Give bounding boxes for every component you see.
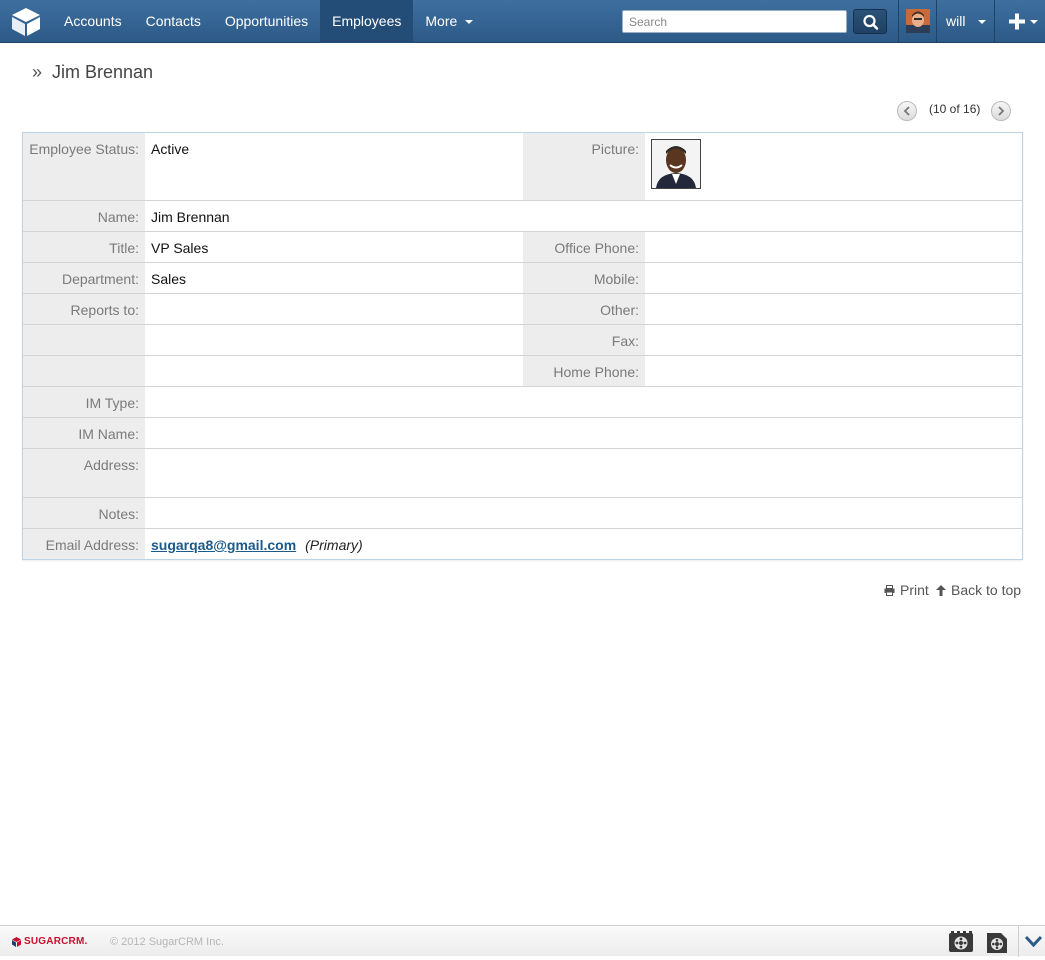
notes-value [145,498,1022,528]
email-link[interactable]: sugarqa8@gmail.com [151,537,296,553]
film-reel-icon [949,931,973,952]
field-label: Picture: [523,133,645,200]
detail-row: Title: VP Sales Office Phone: [23,232,1022,263]
nav-divider [994,0,995,43]
top-navigation-bar: Accounts Contacts Opportunities Employee… [0,0,1045,43]
sugarcrm-logo: SUGARCRM. [12,936,87,947]
field-label: Department: [23,263,145,293]
tab-accounts[interactable]: Accounts [52,0,134,43]
copyright-text: © 2012 SugarCRM Inc. [110,936,224,948]
employee-portrait-image [652,140,700,188]
footer-divider [1018,926,1019,957]
chevron-down-icon [1024,935,1043,948]
tab-opportunities[interactable]: Opportunities [213,0,320,43]
address-value [145,449,1022,497]
next-record-button[interactable] [991,101,1011,121]
field-label: Office Phone: [523,232,645,262]
detail-row: Fax: [23,325,1022,356]
department-value: Sales [151,271,187,287]
page-title: Jim Brennan [52,62,154,82]
detail-row: Department: Sales Mobile: [23,263,1022,294]
search-icon [863,14,879,30]
reports-to-value [145,294,523,324]
field-label: Other: [523,294,645,324]
office-phone-value [645,232,1022,262]
footer-bar: SUGARCRM. © 2012 SugarCRM Inc. [0,925,1045,957]
employee-detail-panel: Employee Status: Active Picture: Name: J… [22,132,1023,560]
print-link[interactable]: Print [884,582,929,598]
empty-label-cell [23,356,145,386]
im-name-value [145,418,1022,448]
cube-logo-icon[interactable] [8,6,44,37]
field-label: IM Name: [23,418,145,448]
user-menu[interactable]: will [946,0,987,43]
field-label: Mobile: [523,263,645,293]
detail-row: Address: [23,449,1022,498]
fax-value [645,325,1022,355]
field-label: Email Address: [23,529,145,559]
tab-employees[interactable]: Employees [320,0,414,43]
field-label: Notes: [23,498,145,528]
detail-row: Employee Status: Active Picture: [23,133,1022,201]
breadcrumb-arrow: » [32,62,43,82]
picture-cell [645,133,1022,200]
field-label: Address: [23,449,145,497]
field-label: Fax: [523,325,645,355]
field-label: Home Phone: [523,356,645,386]
email-value-cell: sugarqa8@gmail.com (Primary) [145,529,1022,559]
printer-icon [884,585,895,596]
caret-down-icon [978,20,987,25]
feedback-button[interactable] [985,930,1011,954]
chevron-right-icon [998,106,1005,116]
home-phone-value [645,356,1022,386]
sugar-cube-icon [12,936,21,947]
detail-row: Name: Jim Brennan [23,201,1022,232]
record-pager-count: (10 of 16) [929,102,981,116]
detail-row: Reports to: Other: [23,294,1022,325]
email-primary-tag: (Primary) [305,537,363,553]
field-label: Reports to: [23,294,145,324]
mobile-value [645,263,1022,293]
tour-button[interactable] [948,930,974,954]
name-value: Jim Brennan [151,209,230,225]
user-avatar[interactable] [906,9,930,33]
back-to-top-link[interactable]: Back to top [936,582,1021,598]
empty-value-cell [145,325,523,355]
module-tabs: Accounts Contacts Opportunities Employee… [52,0,485,43]
field-label: Title: [23,232,145,262]
quick-create-button[interactable] [1000,0,1045,43]
tab-contacts[interactable]: Contacts [134,0,213,43]
im-type-value [145,387,1022,417]
detail-row: Email Address: sugarqa8@gmail.com (Primar… [23,529,1022,559]
detail-row: IM Type: [23,387,1022,418]
empty-value-cell [145,356,523,386]
detail-row: Home Phone: [23,356,1022,387]
caret-down-icon [465,20,474,25]
detail-row: IM Name: [23,418,1022,449]
detail-row: Notes: [23,498,1022,529]
arrow-up-icon [936,585,946,596]
nav-divider [898,0,899,43]
sugarcrm-brand-text: SUGARCRM. [24,936,88,947]
search-button[interactable] [853,9,887,34]
chevron-left-icon [903,106,910,116]
employee-photo [651,139,701,189]
support-reel-icon [987,933,1007,953]
field-label: IM Type: [23,387,145,417]
other-phone-value [645,294,1022,324]
nav-divider [936,0,937,43]
tab-more[interactable]: More [413,0,485,43]
field-label: Employee Status: [23,133,145,200]
plus-icon [1009,13,1038,30]
search-input[interactable] [622,10,847,33]
empty-label-cell [23,325,145,355]
previous-record-button[interactable] [897,101,917,121]
field-label: Name: [23,201,145,231]
title-value: VP Sales [151,240,209,256]
footer-collapse-toggle[interactable] [1022,926,1045,957]
employee-status-value: Active [151,141,190,157]
